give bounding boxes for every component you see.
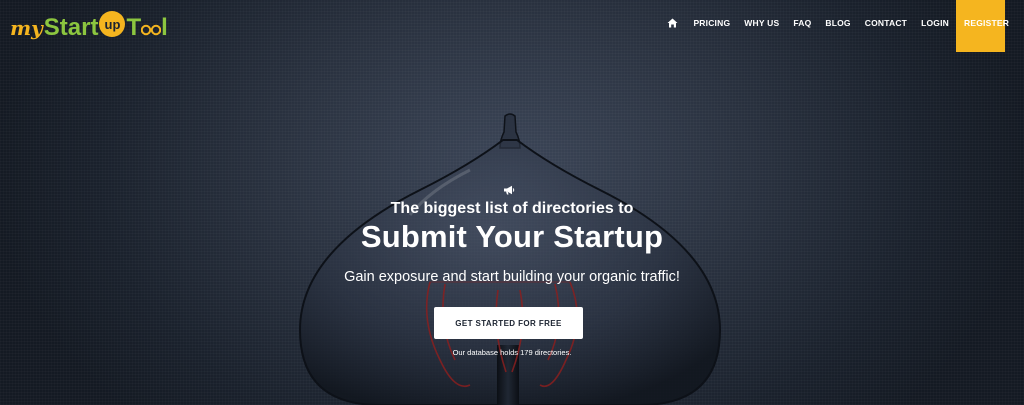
nav-login[interactable]: LOGIN [914, 0, 956, 46]
binoculars-icon [141, 24, 162, 36]
nav-register-button[interactable]: REGISTER [956, 0, 1009, 52]
brand-logo[interactable]: my Start up T l [10, 8, 168, 48]
logo-text-l: l [161, 14, 168, 41]
nav-home-link[interactable] [658, 0, 686, 46]
hero-subhead: The biggest list of directories to [390, 200, 634, 217]
nav-blog[interactable]: BLOG [818, 0, 857, 46]
megaphone-icon [504, 185, 515, 195]
logo-text-start: Start [43, 14, 99, 41]
main-nav: PRICING WHY US FAQ BLOG CONTACT LOGIN RE… [658, 0, 1009, 52]
database-count-note: Our database holds 179 directories. [452, 348, 572, 357]
get-started-button[interactable]: GET STARTED FOR FREE [434, 307, 583, 339]
hero-headline: Submit Your Startup [360, 219, 664, 254]
logo-text-my: my [10, 16, 43, 40]
nav-why-us[interactable]: WHY US [737, 0, 786, 46]
hero-tagline: Gain exposure and start building your or… [344, 269, 680, 285]
nav-pricing[interactable]: PRICING [686, 0, 737, 46]
top-navbar: my Start up T l PRICING WHY US FAQ BLOG … [0, 0, 1024, 52]
home-icon [667, 18, 678, 28]
nav-faq[interactable]: FAQ [786, 0, 818, 46]
nav-contact[interactable]: CONTACT [858, 0, 914, 46]
logo-text-t: T [126, 14, 142, 41]
logo-badge-up: up [99, 11, 126, 37]
